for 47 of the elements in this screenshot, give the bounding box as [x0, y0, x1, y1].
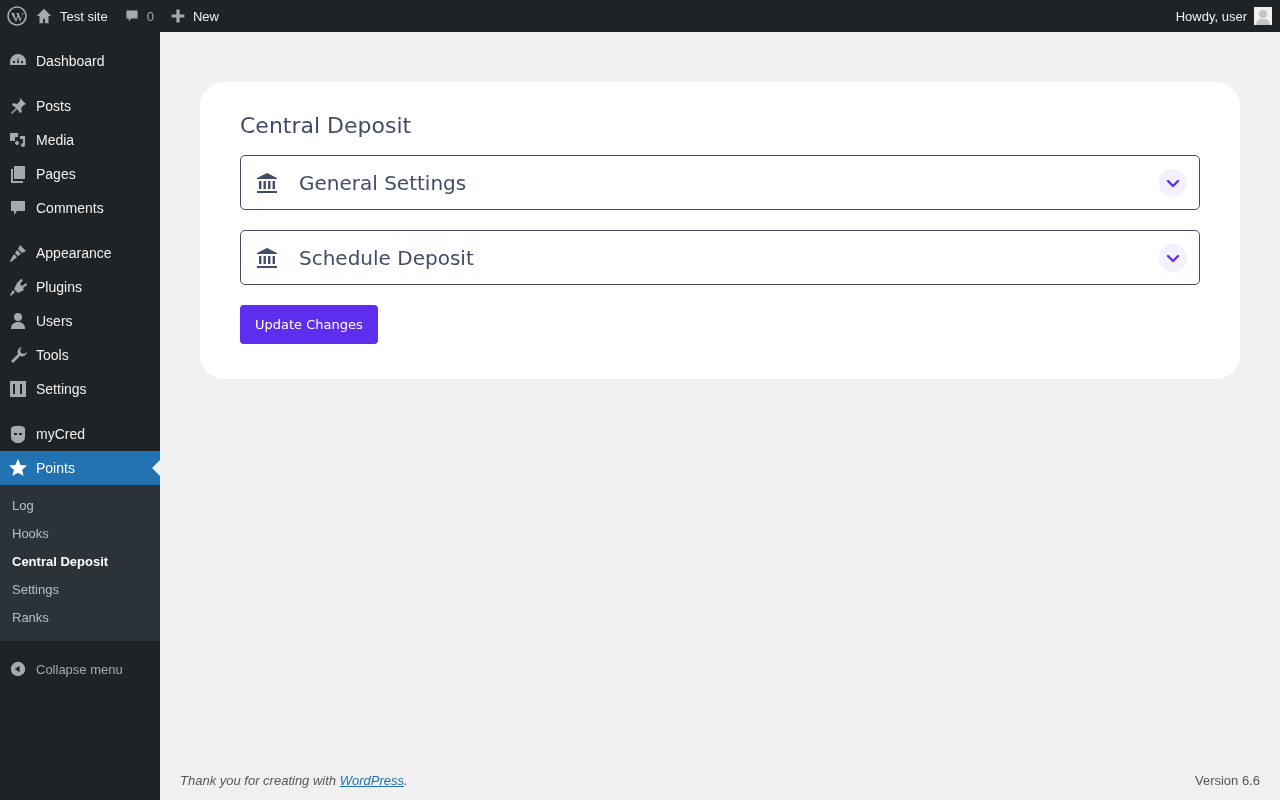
accordion-header[interactable]: Schedule Deposit — [240, 230, 1200, 285]
version-text: Version 6.6 — [1194, 773, 1260, 788]
media-icon — [8, 130, 28, 150]
menu-item[interactable]: Comments — [0, 191, 160, 225]
plug-icon — [8, 277, 28, 297]
new-content-link[interactable]: New — [161, 0, 227, 32]
submenu-item[interactable]: Log — [0, 492, 34, 520]
chevron-down-icon[interactable] — [1159, 243, 1187, 272]
submenu-item[interactable]: Ranks — [0, 604, 49, 632]
pages-icon — [8, 164, 28, 184]
menu-item[interactable]: Pages — [0, 157, 160, 191]
paintbrush-icon — [8, 243, 28, 263]
chevron-down-icon[interactable] — [1159, 168, 1187, 197]
account-menu[interactable]: Howdy, user — [1167, 0, 1272, 32]
menu-item[interactable]: Media — [0, 123, 160, 157]
bank-icon — [256, 246, 278, 269]
submenu-item[interactable]: Hooks — [0, 520, 49, 548]
submenu-item[interactable]: Settings — [0, 576, 59, 604]
site-name-link[interactable]: Test site — [27, 0, 116, 32]
footer-credit: Thank you for creating with WordPress. — [180, 773, 408, 788]
section-title: General Settings — [299, 170, 468, 195]
menu-item[interactable]: Settings — [0, 372, 160, 406]
star-icon — [8, 458, 28, 478]
plus-icon — [169, 8, 186, 24]
menu-item[interactable]: Posts — [0, 89, 160, 123]
menu-item[interactable]: myCred — [0, 417, 160, 451]
avatar-icon — [1254, 7, 1272, 25]
wordpress-logo-icon[interactable] — [7, 6, 27, 26]
menu-item[interactable]: Dashboard — [0, 44, 160, 78]
update-changes-button[interactable]: Update Changes — [240, 305, 378, 344]
accordion-header[interactable]: General Settings — [240, 155, 1200, 210]
comments-link[interactable]: 0 — [115, 0, 162, 32]
menu-item[interactable]: Points — [0, 451, 160, 485]
menu-item[interactable]: Users — [0, 304, 160, 338]
collapse-menu-button[interactable]: Collapse menu — [0, 652, 123, 686]
section-title: Schedule Deposit — [299, 245, 475, 270]
wordpress-link[interactable]: WordPress — [339, 773, 404, 788]
speech-bubble-icon — [123, 8, 140, 24]
face-icon — [8, 424, 28, 444]
bank-icon — [256, 171, 278, 194]
page-title: Central Deposit — [240, 112, 412, 140]
menu-item[interactable]: Plugins — [0, 270, 160, 304]
person-icon — [8, 311, 28, 331]
home-icon — [35, 7, 53, 25]
submenu-item[interactable]: Central Deposit — [0, 548, 109, 576]
menu-item[interactable]: Tools — [0, 338, 160, 372]
menu-item[interactable]: Appearance — [0, 236, 160, 270]
